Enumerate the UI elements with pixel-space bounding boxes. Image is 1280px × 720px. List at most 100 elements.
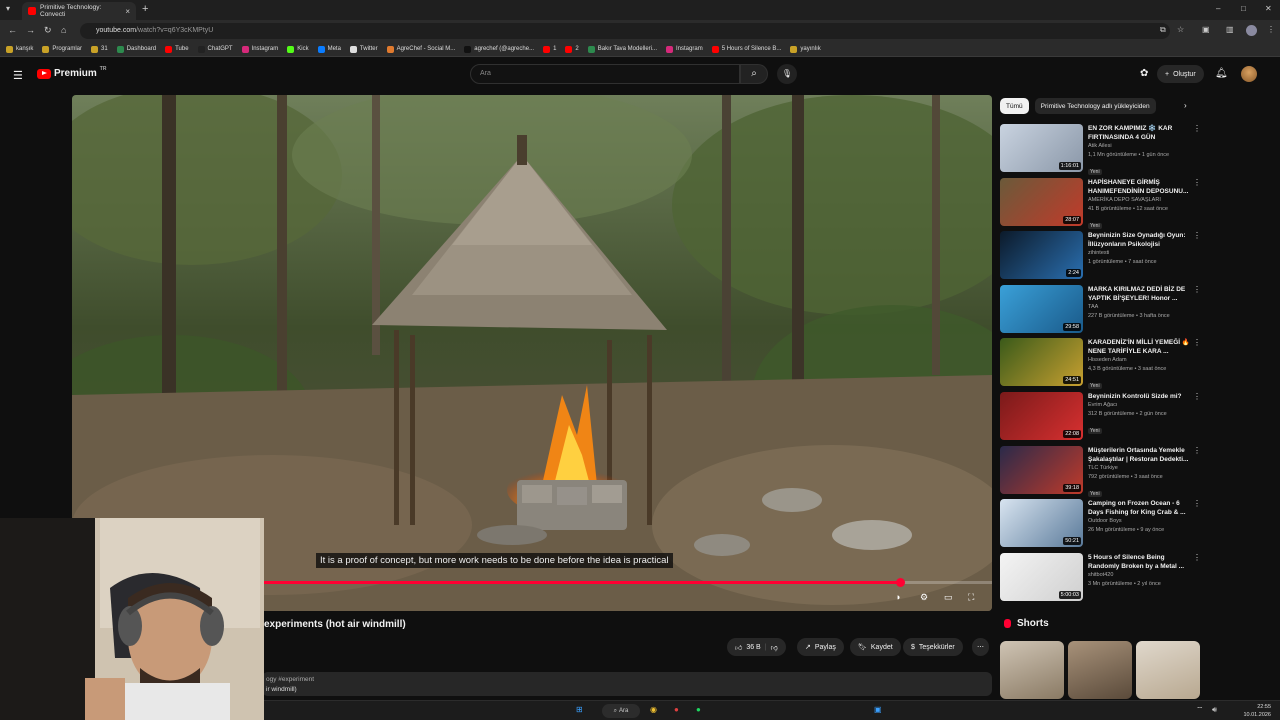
app-icon[interactable]: ● [674, 705, 679, 714]
menu-icon[interactable]: ☰ [13, 69, 23, 82]
search-input[interactable]: Ara [470, 64, 740, 84]
video-thumbnail[interactable]: 5:00:03 [1000, 552, 1083, 601]
tab-list-icon[interactable]: ▾ [6, 4, 10, 13]
bookmark-item[interactable]: 2 [565, 45, 579, 53]
channel-name[interactable]: TLC Türkiye [1088, 464, 1196, 473]
recommended-video[interactable]: 50:21 Camping on Frozen Ocean - 6 Days Fi… [1000, 499, 1205, 549]
miniplayer-icon[interactable]: ▭ [944, 592, 953, 603]
taskbar-search[interactable]: ⌕ Ara [602, 704, 640, 718]
microphone-icon[interactable]: 🎙 [777, 64, 797, 84]
description-box[interactable]: ogy #experiment ir windmill) [262, 672, 992, 696]
notifications-bell-icon[interactable]: 🔔︎ [1215, 68, 1228, 79]
system-clock[interactable]: 22:55 10.01.2026 [1231, 703, 1271, 719]
video-thumbnail[interactable]: 50:21 [1000, 499, 1083, 548]
recommended-title[interactable]: Camping on Frozen Ocean - 6 Days Fishing… [1088, 499, 1196, 517]
save-button[interactable]: 🔖︎ Kaydet [850, 638, 901, 656]
sidebar-icon[interactable]: ▥ [1226, 25, 1234, 34]
short-thumbnail[interactable] [1136, 641, 1200, 699]
channel-name[interactable]: AMERİKA DEPO SAVAŞLARI [1088, 196, 1196, 205]
kebab-menu-icon[interactable]: ⋮ [1193, 392, 1201, 401]
extensions-icon[interactable]: ▣ [1202, 25, 1210, 34]
short-thumbnail[interactable] [1000, 641, 1064, 699]
recommended-video[interactable]: 1:16:01 EN ZOR KAMPIMIZ ❄️ KAR FIRTINASIN… [1000, 124, 1205, 175]
recommended-video[interactable]: 39:18 Müşterilerin Ortasında Yemekle Şaka… [1000, 445, 1205, 497]
video-thumbnail[interactable]: 1:16:01 [1000, 124, 1083, 172]
recommended-title[interactable]: Beyninizin Size Oynadığı Oyun: İllüzyonl… [1088, 231, 1196, 249]
more-actions-button[interactable]: ⋯ [972, 638, 989, 656]
settings-gear-icon[interactable]: ⚙ [920, 592, 928, 603]
url-field[interactable]: youtube.com/watch?v=q6Y3cKMPtyU [80, 23, 1170, 39]
bookmark-item[interactable]: Tube [165, 45, 189, 53]
bookmark-item[interactable]: 31 [91, 45, 108, 53]
kebab-menu-icon[interactable]: ⋮ [1193, 338, 1201, 347]
start-windows-icon[interactable]: ⊞ [576, 705, 583, 714]
recommended-title[interactable]: HAPİSHANEYE GİRMİŞ HANIMEFENDİNİN DEPOSU… [1088, 178, 1196, 196]
recommended-title[interactable]: EN ZOR KAMPIMIZ ❄️ KAR FIRTINASINDA 4 GÜ… [1088, 124, 1196, 142]
bookmark-item[interactable]: Kick [287, 45, 309, 53]
video-thumbnail[interactable]: 24:51 [1000, 338, 1083, 387]
reload-icon[interactable]: ↻ [44, 25, 52, 36]
volume-icon[interactable]: 🔊︎ [1212, 705, 1217, 715]
kebab-menu-icon[interactable]: ⋮ [1193, 446, 1201, 455]
new-tab-icon[interactable]: + [142, 3, 148, 15]
extension-gear-icon[interactable]: ✿ [1140, 68, 1148, 79]
thumbs-up-icon[interactable]: 👍︎ [735, 643, 742, 652]
recommended-title[interactable]: 5 Hours of Silence Being Randomly Broken… [1088, 553, 1196, 571]
channel-name[interactable]: Hisseden Adam [1088, 356, 1196, 365]
search-icon[interactable]: ⌕ [740, 64, 768, 84]
browser-menu-icon[interactable]: ⋮ [1267, 25, 1275, 34]
forward-icon[interactable]: → [26, 25, 35, 35]
bookmark-item[interactable]: kanşık [6, 45, 33, 53]
bookmark-star-icon[interactable]: ☆ [1177, 25, 1184, 34]
close-window-icon[interactable]: ✕ [1265, 4, 1272, 13]
bookmark-item[interactable]: ChatGPT [197, 45, 233, 53]
bookmark-item[interactable]: Dashboard [116, 45, 156, 53]
bookmark-item[interactable]: Twitter [349, 45, 378, 53]
bookmark-item[interactable]: agrechef (@agreche... [464, 45, 534, 53]
bookmark-item[interactable]: yayınlık [790, 45, 821, 53]
chevron-right-icon[interactable]: › [1184, 101, 1187, 110]
recommended-title[interactable]: KARADENİZ'İN MİLLİ YEMEĞİ 🔥 NENE TARİFİY… [1088, 338, 1196, 356]
account-avatar[interactable] [1241, 66, 1257, 82]
tray-app-icon[interactable]: ▣ [874, 705, 882, 714]
bookmark-item[interactable]: Bakır Tava Modelleri... [587, 45, 657, 53]
bookmark-item[interactable]: Programlar [42, 45, 82, 53]
video-thumbnail[interactable]: 39:18 [1000, 445, 1083, 494]
channel-name[interactable]: Atik Ailesi [1088, 142, 1196, 151]
kebab-menu-icon[interactable]: ⋮ [1193, 553, 1201, 562]
browser-tab[interactable]: Primitive Technology: Convecti × [22, 2, 136, 20]
wifi-icon[interactable]: ⌔ [1196, 705, 1204, 715]
share-button[interactable]: ↗ Paylaş [797, 638, 844, 656]
fullscreen-icon[interactable]: ⛶ [968, 592, 974, 603]
scrubber-handle[interactable] [896, 578, 905, 587]
chrome-icon[interactable]: ◉ [650, 705, 657, 714]
kebab-menu-icon[interactable]: ⋮ [1193, 178, 1201, 187]
recommended-video[interactable]: 2:24 Beyninizin Size Oynadığı Oyun: İllüz… [1000, 231, 1205, 281]
create-button[interactable]: + Oluştur [1157, 65, 1204, 83]
recommended-video[interactable]: 22:08 Beyninizin Kontrolü Sizde mi? Evrim … [1000, 392, 1205, 442]
chip-channel[interactable]: Primitive Technology adlı yükleyiciden [1034, 98, 1156, 114]
kebab-menu-icon[interactable]: ⋮ [1193, 499, 1201, 508]
video-thumbnail[interactable]: 2:24 [1000, 231, 1083, 280]
channel-name[interactable]: Evrim Ağacı [1088, 401, 1196, 410]
channel-name[interactable]: TAA [1088, 303, 1196, 312]
recommended-video[interactable]: 5:00:03 5 Hours of Silence Being Randomly… [1000, 552, 1205, 603]
short-thumbnail[interactable] [1068, 641, 1132, 699]
recommended-video[interactable]: 24:51 KARADENİZ'İN MİLLİ YEMEĞİ 🔥 NENE TA… [1000, 338, 1205, 390]
recommended-video[interactable]: 29:58 MARKA KIRILMAZ DEDİ BİZ DE YAPTIK B… [1000, 284, 1205, 335]
video-thumbnail[interactable]: 29:58 [1000, 284, 1083, 333]
autoplay-icon[interactable]: ◑ [895, 592, 900, 602]
channel-name[interactable]: zihintesti [1088, 249, 1196, 258]
kebab-menu-icon[interactable]: ⋮ [1193, 124, 1201, 133]
bookmark-item[interactable]: AgreChef - Social M... [386, 45, 455, 53]
thumbs-down-icon[interactable]: 👎︎ [771, 643, 778, 652]
youtube-premium-logo[interactable]: Premium TR [37, 66, 106, 79]
recommended-title[interactable]: Beyninizin Kontrolü Sizde mi? [1088, 392, 1196, 401]
minimize-icon[interactable]: – [1216, 4, 1220, 13]
video-thumbnail[interactable]: 22:08 [1000, 392, 1083, 440]
like-dislike-group[interactable]: 👍︎ 36 B | 👎︎ [727, 638, 786, 656]
recommended-title[interactable]: MARKA KIRILMAZ DEDİ BİZ DE YAPTIK Bİ'ŞEY… [1088, 285, 1196, 303]
spotify-icon[interactable]: ● [696, 705, 701, 714]
recommended-video[interactable]: 28:07 HAPİSHANEYE GİRMİŞ HANIMEFENDİNİN D… [1000, 177, 1205, 229]
bookmark-item[interactable]: 1 [543, 45, 556, 53]
